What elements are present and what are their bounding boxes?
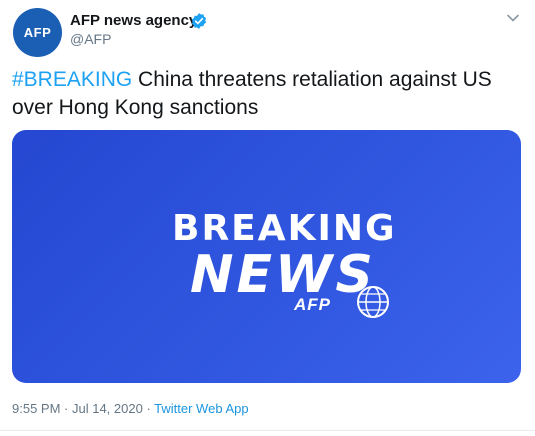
tweet-source[interactable]: Twitter Web App [154, 401, 248, 416]
globe-icon [357, 286, 389, 318]
divider [0, 430, 535, 431]
media-line1: BREAKING [172, 208, 397, 249]
tweet-time[interactable]: 9:55 PM [12, 401, 60, 416]
chevron-down-icon[interactable] [505, 10, 521, 26]
tweet-date[interactable]: Jul 14, 2020 [72, 401, 143, 416]
verified-badge-icon [191, 13, 207, 29]
author-name[interactable]: AFP news agency [70, 12, 197, 30]
tweet-meta: 9:55 PM · Jul 14, 2020 · Twitter Web App [12, 401, 249, 416]
meta-separator-1: · [60, 401, 72, 416]
avatar[interactable]: AFP [13, 8, 62, 57]
media-line2: NEWS [190, 245, 376, 305]
meta-separator-2: · [142, 401, 155, 416]
media-image[interactable]: BREAKING NEWS AFP [12, 130, 521, 383]
avatar-text: AFP [23, 25, 52, 40]
hashtag-link[interactable]: #BREAKING [12, 68, 132, 91]
media-logo: AFP [294, 295, 331, 314]
author-handle[interactable]: @AFP [70, 31, 111, 47]
tweet-text: #BREAKING China threatens retaliation ag… [12, 66, 522, 122]
